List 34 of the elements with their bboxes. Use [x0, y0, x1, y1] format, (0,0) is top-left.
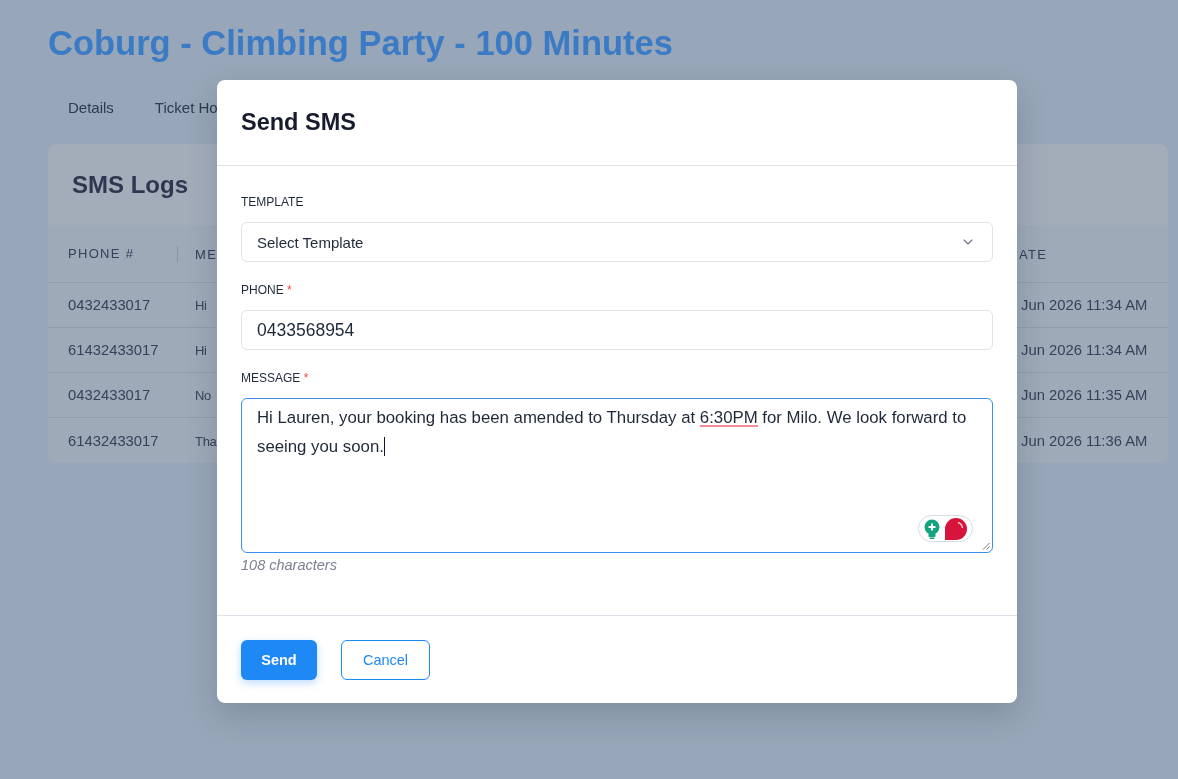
table-cell: Tha [195, 433, 217, 449]
field-label: MESSAGE * [241, 370, 310, 386]
character-count: 108 characters [241, 557, 338, 573]
table-cell: 61432433017 [68, 342, 159, 358]
card-title: SMS Logs [72, 170, 188, 199]
page-title: Coburg - Climbing Party - 100 Minutes [48, 23, 674, 63]
table-cell: 0432433017 [68, 297, 151, 313]
field-label: TEMPLATE [241, 194, 305, 210]
column-header: PHONE # [68, 246, 135, 261]
table-cell-text: Jun 2026 11:34 AM [1020, 297, 1148, 313]
table-cell: No [195, 388, 212, 403]
tab[interactable]: Ticket Ho [154, 88, 218, 128]
table-cell: Hi [195, 343, 207, 358]
template-select[interactable]: Select Template [241, 222, 993, 262]
table-cell: 0432433017 [68, 387, 151, 403]
lightbulb-plus-icon [924, 518, 940, 539]
send-button[interactable]: Send [241, 640, 317, 680]
dialog-title: Send SMS [241, 109, 356, 136]
table-cell: Hi [195, 298, 207, 313]
table-cell-text: Jun 2026 11:35 AM [1020, 387, 1148, 403]
message-input[interactable]: Hi Lauren, your booking has been amended to Thursday at 6:30PM for Milo. We look forward to seeing you soon. [241, 398, 993, 553]
resize-handle-icon[interactable] [982, 542, 990, 550]
phone-input[interactable]: 0433568954 [241, 310, 993, 350]
table-cell: 61432433017 [68, 432, 159, 449]
tab[interactable]: Details [68, 88, 114, 128]
table-cell-text: Jun 2026 11:34 AM [1020, 342, 1148, 358]
column-header: ATE [1018, 246, 1048, 262]
column-header: ME [195, 246, 218, 262]
field-label: PHONE * [241, 282, 293, 298]
text-caret-icon [383, 437, 385, 456]
table-cell-text: Jun 2026 11:36 AM [1020, 432, 1148, 449]
cancel-button[interactable]: Cancel [341, 640, 430, 680]
rounded-drop-icon [945, 517, 967, 540]
extension-badge[interactable] [918, 515, 973, 542]
